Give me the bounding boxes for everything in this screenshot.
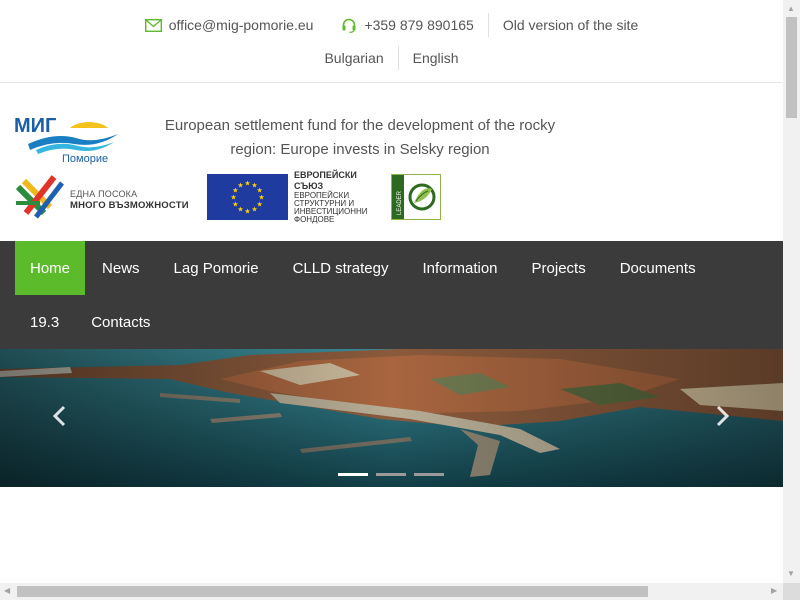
eu-flag-icon: ★ ★ ★ ★ ★ ★ ★ ★ ★ ★ ★ ★	[207, 174, 288, 220]
vertical-scrollbar[interactable]: ▲ ▼	[783, 0, 800, 583]
hero-slider	[0, 349, 783, 487]
scroll-up-icon[interactable]: ▲	[787, 4, 795, 13]
chevron-left-icon	[52, 405, 66, 427]
nav-item-contacts[interactable]: Contacts	[74, 295, 167, 349]
slider-indicator-2[interactable]	[376, 473, 406, 476]
phone-text: +359 879 890165	[364, 17, 474, 33]
nav-item-clld-strategy[interactable]: CLLD strategy	[276, 241, 406, 295]
page: office@mig-pomorie.eu +359 879 890165 Ol…	[0, 0, 783, 583]
eu-star-icon: ★	[230, 194, 236, 202]
nav-item-documents[interactable]: Documents	[603, 241, 713, 295]
scroll-right-icon[interactable]: ▶	[771, 586, 777, 595]
eu-text: ЕВРОПЕЙСКИ СЪЮЗ ЕВРОПЕЙСКИ СТРУКТУРНИ И …	[294, 170, 379, 224]
eu-star-icon: ★	[244, 180, 250, 188]
phone-link[interactable]: +359 879 890165	[327, 12, 487, 38]
scrollbar-corner	[783, 583, 800, 600]
eu-star-icon: ★	[256, 187, 262, 195]
slider-next-button[interactable]	[716, 405, 730, 427]
eu-star-icon: ★	[237, 181, 243, 189]
edna-text: ЕДНА ПОСОКА МНОГО ВЪЗМОЖНОСТИ	[70, 189, 189, 211]
lang-english[interactable]: English	[399, 50, 473, 66]
horizontal-scrollbar[interactable]: ◀ ▶	[0, 583, 783, 600]
logo-mig-text: МИГ	[14, 115, 56, 137]
nav-item-lag-pomorie[interactable]: Lag Pomorie	[157, 241, 276, 295]
headset-icon	[341, 17, 357, 33]
eu-star-icon: ★	[258, 194, 264, 202]
scroll-left-icon[interactable]: ◀	[4, 586, 10, 595]
nav-item-home[interactable]: Home	[15, 241, 86, 295]
chevron-right-icon	[716, 405, 730, 427]
nav-item-news[interactable]: News	[85, 241, 157, 295]
edna-posoka-logo[interactable]: ЕДНА ПОСОКА МНОГО ВЪЗМОЖНОСТИ	[14, 173, 194, 221]
main-nav: Home News Lag Pomorie CLLD strategy Info…	[0, 241, 783, 349]
contact-row: office@mig-pomorie.eu +359 879 890165 Ol…	[0, 12, 783, 38]
lang-bulgarian[interactable]: Bulgarian	[310, 50, 397, 66]
slider-indicator-1[interactable]	[338, 473, 368, 476]
site-header: МИГ Поморие European settlement fund for…	[0, 84, 783, 241]
leader-text: LEADER	[397, 190, 403, 215]
vertical-scroll-thumb[interactable]	[786, 17, 797, 118]
eu-star-icon: ★	[251, 206, 257, 214]
old-version-text: Old version of the site	[502, 17, 639, 33]
eu-line2: ИНВЕСТИЦИОННИ ФОНДОВЕ	[294, 207, 368, 224]
nav-item-projects[interactable]: Projects	[515, 241, 603, 295]
old-version-link[interactable]: Old version of the site	[489, 12, 652, 38]
leader-logo[interactable]: LEADER	[391, 174, 441, 220]
email-link[interactable]: office@mig-pomorie.eu	[131, 12, 328, 38]
top-bar: office@mig-pomorie.eu +359 879 890165 Ol…	[0, 0, 783, 83]
email-text: office@mig-pomorie.eu	[168, 17, 314, 33]
slider-image	[0, 349, 783, 487]
edna-line2: МНОГО ВЪЗМОЖНОСТИ	[70, 200, 189, 211]
edna-line1: ЕДНА ПОСОКА	[70, 189, 138, 199]
slider-indicator-3[interactable]	[414, 473, 444, 476]
eu-star-icon: ★	[232, 201, 238, 209]
eu-line1: ЕВРОПЕЙСКИ СТРУКТУРНИ И	[294, 191, 355, 208]
logo-pomorie-text: Поморие	[62, 153, 108, 165]
site-tagline: European settlement fund for the develop…	[164, 117, 556, 158]
slider-prev-button[interactable]	[52, 405, 66, 427]
nav-row-1: Home News Lag Pomorie CLLD strategy Info…	[0, 241, 783, 295]
eu-star-icon: ★	[244, 208, 250, 216]
eu-logo[interactable]: ★ ★ ★ ★ ★ ★ ★ ★ ★ ★ ★ ★ ЕВРОПЕЙСКИ СЪЮЗ ЕВРОПЕЙСКИ …	[207, 170, 379, 224]
nav-item-19-3[interactable]: 19.3	[15, 295, 74, 349]
partner-logos: ЕДНА ПОСОКА МНОГО ВЪЗМОЖНОСТИ ★ ★ ★ ★ ★ ★ ★ ★ ★ ★…	[14, 170, 441, 224]
nav-item-information[interactable]: Information	[405, 241, 514, 295]
language-row: Bulgarian English	[0, 45, 783, 71]
envelope-icon	[144, 18, 162, 32]
slider-indicators	[338, 473, 452, 476]
nav-row-2: 19.3 Contacts	[0, 295, 783, 349]
scroll-down-icon[interactable]: ▼	[787, 569, 795, 578]
eu-title: ЕВРОПЕЙСКИ СЪЮЗ	[294, 170, 357, 191]
horizontal-scroll-thumb[interactable]	[17, 586, 648, 597]
mig-logo[interactable]: МИГ Поморие	[14, 114, 118, 166]
